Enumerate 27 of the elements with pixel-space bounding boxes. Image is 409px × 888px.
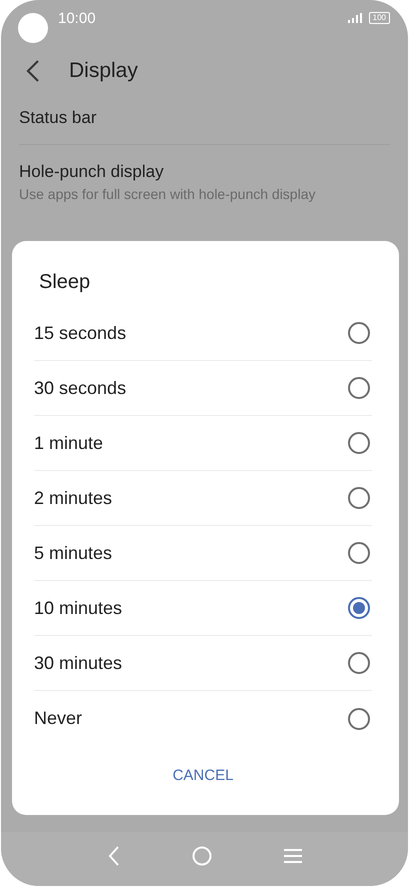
option-label[interactable]: 10 minutes [34, 598, 122, 618]
radio-button[interactable] [348, 377, 370, 399]
radio-button[interactable] [348, 652, 370, 674]
option-label[interactable]: 1 minute [34, 432, 104, 454]
option-label[interactable]: 2 minutes [34, 488, 112, 508]
option-label[interactable]: 15 seconds [34, 322, 126, 344]
setting-title[interactable]: Status bar [19, 108, 390, 128]
radio-button[interactable] [348, 487, 370, 509]
radio-button[interactable] [348, 708, 370, 730]
clock-time: 10:00 [58, 10, 96, 26]
setting-description: Use apps for full screen with hole-punch display [19, 186, 316, 202]
radio-button[interactable] [348, 542, 370, 564]
battery-indicator: 100 [368, 12, 390, 24]
radio-button[interactable] [348, 432, 370, 454]
option-label[interactable]: 5 minutes [34, 542, 112, 564]
camera-hole [18, 13, 48, 43]
setting-title[interactable]: Hole-punch display [19, 162, 390, 182]
radio-button[interactable] [348, 322, 370, 344]
option-label[interactable]: 30 minutes [34, 652, 122, 674]
signal-icon [348, 13, 362, 23]
option-label[interactable]: Never [34, 708, 82, 729]
radio-button[interactable] [348, 597, 370, 619]
page-title: Display [69, 59, 138, 83]
back-icon[interactable] [26, 60, 40, 82]
cancel-button[interactable]: CANCEL [164, 763, 242, 788]
dialog-title: Sleep [38, 270, 92, 295]
option-label[interactable]: 30 seconds [34, 378, 126, 398]
